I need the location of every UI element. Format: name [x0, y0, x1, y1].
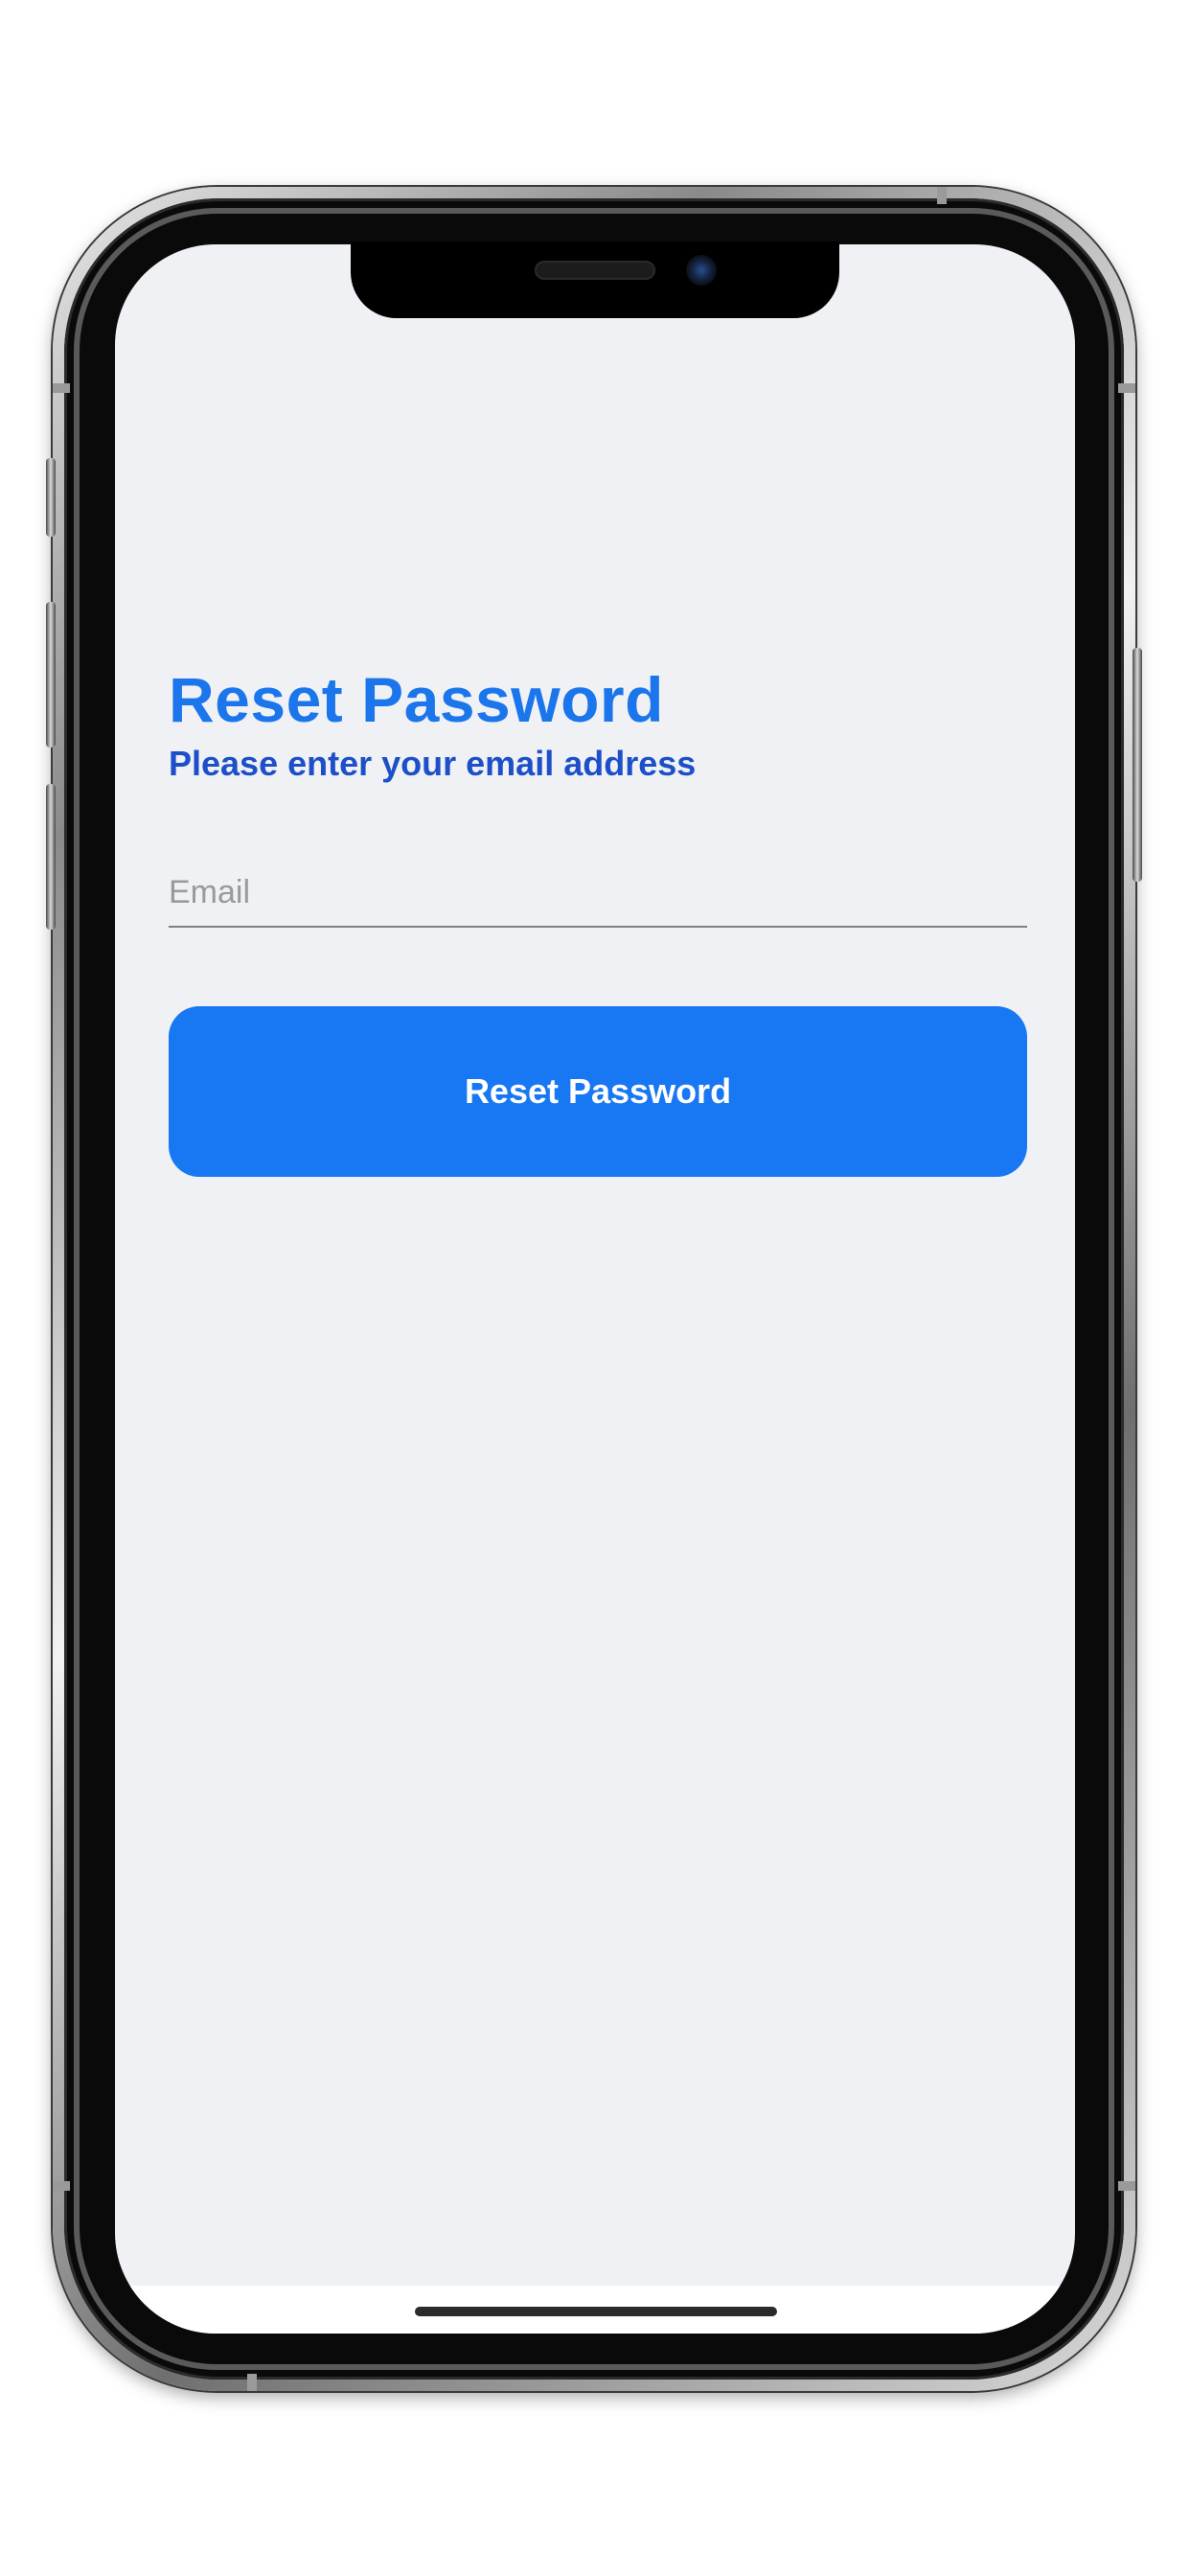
- antenna-line: [53, 383, 70, 393]
- front-camera-icon: [686, 255, 717, 286]
- volume-up-button: [46, 602, 56, 748]
- antenna-line: [937, 187, 947, 204]
- reset-password-button[interactable]: Reset Password: [169, 1006, 1027, 1177]
- speaker-grille: [535, 261, 655, 280]
- email-input[interactable]: [169, 868, 1027, 916]
- antenna-line: [53, 2181, 70, 2191]
- notch: [351, 242, 839, 318]
- antenna-line: [1118, 383, 1135, 393]
- device-mockup: Reset Password Please enter your email a…: [0, 0, 1190, 2576]
- silent-switch: [46, 458, 56, 537]
- page-title: Reset Password: [169, 664, 664, 735]
- email-field: [169, 868, 1027, 928]
- home-indicator-area: [115, 2286, 1075, 2334]
- page-subtitle: Please enter your email address: [169, 744, 697, 783]
- volume-down-button: [46, 784, 56, 930]
- home-indicator[interactable]: [415, 2307, 777, 2316]
- antenna-line: [1118, 2181, 1135, 2191]
- reset-password-form: Reset Password Please enter your email a…: [169, 661, 1027, 1177]
- antenna-line: [247, 2374, 257, 2391]
- app-screen: [115, 244, 1075, 2334]
- power-button: [1133, 648, 1142, 882]
